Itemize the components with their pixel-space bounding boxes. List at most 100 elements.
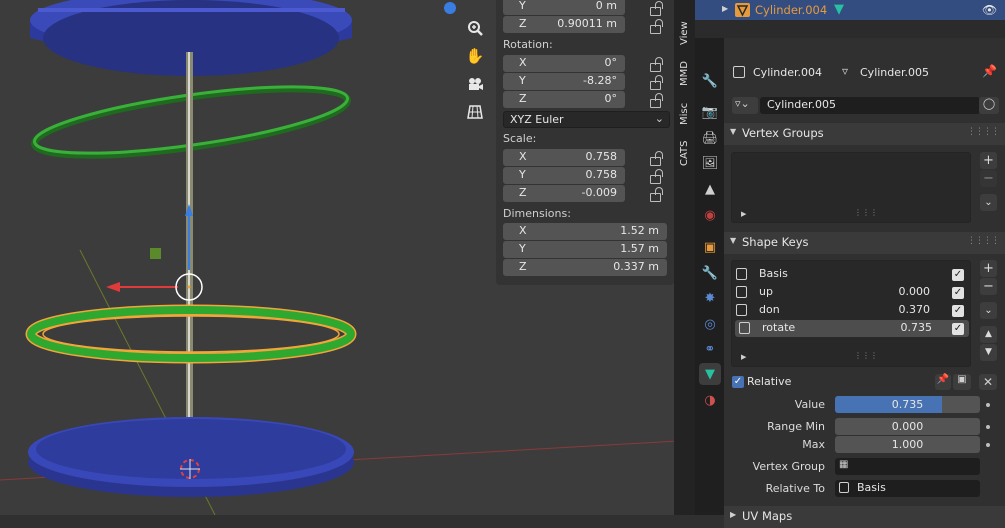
relative-to-field[interactable]: Basis <box>835 480 980 497</box>
shape-keys-header[interactable]: ▼ Shape Keys ⋮⋮⋮⋮ <box>724 232 1005 254</box>
shape-key-specials-button[interactable]: ⌄ <box>980 302 997 319</box>
mesh-object-icon <box>735 3 750 17</box>
lock-icon[interactable] <box>647 57 663 72</box>
list-item[interactable]: Basis ✓ <box>732 266 964 283</box>
output-icon[interactable]: 🖨 <box>699 127 721 149</box>
fake-user-shield-icon[interactable]: ◯ <box>979 97 999 114</box>
mesh-data-tab-icon[interactable]: ▼ <box>699 363 721 385</box>
lock-icon[interactable] <box>647 187 663 202</box>
list-expand-icon[interactable]: ▶ <box>741 210 746 218</box>
drag-grip-icon[interactable]: ⋮⋮⋮⋮ <box>967 236 1000 246</box>
chevron-down-icon: ⌄ <box>654 112 664 125</box>
vertex-group-label: Vertex Group <box>752 460 825 473</box>
list-item-active[interactable]: rotate 0.735 ✓ <box>735 320 969 337</box>
dimensions-z-field[interactable]: Z 0.337 m <box>503 259 667 276</box>
list-expand-icon[interactable]: ▶ <box>741 353 746 361</box>
modifier-icon[interactable]: 🔧 <box>699 262 721 284</box>
mesh-name-field[interactable]: Cylinder.005 <box>760 97 980 114</box>
tool-icon[interactable]: 🔧 <box>699 70 721 92</box>
navigation-gizmo-dot <box>444 2 456 14</box>
clear-weights-icon[interactable]: ✕ <box>979 374 997 390</box>
outliner-object-name[interactable]: Cylinder.004 <box>755 3 827 17</box>
particles-icon[interactable]: ✸ <box>699 287 721 309</box>
mesh-browse-button[interactable]: ▿⌄ <box>732 97 758 114</box>
dimensions-label: Dimensions: <box>503 207 571 220</box>
camera-icon[interactable] <box>463 72 487 96</box>
pin-icon[interactable]: 📌 <box>982 64 997 78</box>
relative-checkbox[interactable]: ✓ <box>732 376 744 388</box>
tab-misc[interactable]: Misc <box>674 98 695 130</box>
scale-z-field[interactable]: Z -0.009 <box>503 185 625 202</box>
material-icon[interactable]: ◑ <box>699 389 721 411</box>
shape-key-checkbox[interactable]: ✓ <box>952 287 964 299</box>
uv-maps-header[interactable]: ▶ UV Maps <box>724 506 1005 528</box>
lock-icon[interactable] <box>647 93 663 108</box>
add-shape-key-button[interactable]: + <box>980 260 997 277</box>
location-y-field[interactable]: Y0 m <box>503 0 625 15</box>
rotation-y-field[interactable]: Y -8.28° <box>503 73 625 90</box>
view-layer-icon[interactable]: 🖼 <box>699 152 721 174</box>
shape-key-icon <box>736 304 747 316</box>
rotation-x-field[interactable]: X 0° <box>503 55 625 72</box>
remove-shape-key-button[interactable]: − <box>980 278 997 295</box>
tab-mmd[interactable]: MMD <box>674 56 695 92</box>
tab-cats[interactable]: CATS <box>674 136 695 170</box>
lock-icon[interactable] <box>647 169 663 184</box>
scene-icon[interactable]: ▲ <box>699 178 721 200</box>
shape-key-checkbox[interactable]: ✓ <box>952 305 964 317</box>
constraints-icon[interactable]: ⚭ <box>699 338 721 360</box>
rotation-z-field[interactable]: Z 0° <box>503 91 625 108</box>
drag-grip-icon[interactable]: ⋮⋮⋮⋮ <box>967 127 1000 137</box>
dimensions-x-field[interactable]: X 1.52 m <box>503 223 667 240</box>
vertex-group-field[interactable]: ▦ <box>835 458 980 475</box>
shape-key-checkbox[interactable]: ✓ <box>952 269 964 281</box>
list-resize-grip-icon[interactable]: ⋮⋮⋮ <box>854 351 878 360</box>
list-resize-grip-icon[interactable]: ⋮⋮⋮ <box>854 208 878 217</box>
expand-arrow-icon[interactable]: ▶ <box>722 4 728 13</box>
vertex-groups-list[interactable]: ▶ ⋮⋮⋮ <box>731 152 971 223</box>
pin-shape-key-icon[interactable]: 📌 <box>935 374 951 390</box>
grid-icon[interactable] <box>463 100 487 124</box>
render-icon[interactable]: 📷 <box>699 101 721 123</box>
lock-icon[interactable] <box>647 19 663 34</box>
world-icon[interactable]: ◉ <box>699 204 721 226</box>
rotation-label: Rotation: <box>503 38 553 51</box>
keyframe-dot-icon[interactable] <box>986 443 990 447</box>
remove-vertex-group-button[interactable]: − <box>980 170 997 187</box>
keyframe-dot-icon[interactable] <box>986 425 990 429</box>
vertex-group-specials-button[interactable]: ⌄ <box>980 194 997 211</box>
rotation-mode-dropdown[interactable]: XYZ Euler ⌄ <box>503 111 670 128</box>
location-z-field[interactable]: Z 0.90011 m <box>503 16 625 33</box>
3d-viewport[interactable]: ✋ Y0 m Z 0.90011 m Rotation: X 0° Y -8.28° … <box>0 0 695 515</box>
keyframe-dot-icon[interactable] <box>986 403 990 407</box>
move-down-button[interactable]: ▼ <box>980 344 997 361</box>
hand-icon[interactable]: ✋ <box>463 44 487 68</box>
zoom-icon[interactable] <box>463 16 487 40</box>
shape-keys-list[interactable]: Basis ✓ up 0.000 ✓ don 0.370 ✓ rotate 0.… <box>731 260 971 367</box>
lock-icon[interactable] <box>647 151 663 166</box>
physics-icon[interactable]: ◎ <box>699 313 721 335</box>
collapse-triangle-icon: ▼ <box>730 127 737 136</box>
dimensions-y-field[interactable]: Y 1.57 m <box>503 241 667 258</box>
value-slider[interactable]: 0.735 <box>835 396 980 413</box>
range-min-field[interactable]: 0.000 <box>835 418 980 435</box>
list-item[interactable]: up 0.000 ✓ <box>732 284 964 301</box>
scale-y-field[interactable]: Y 0.758 <box>503 167 625 184</box>
add-vertex-group-button[interactable]: + <box>980 152 997 169</box>
edit-mode-toggle-icon[interactable]: ▣ <box>953 374 971 390</box>
mesh-data-properties: Cylinder.004 ▿ Cylinder.005 📌 ▿⌄ Cylinde… <box>724 38 1005 528</box>
shape-key-checkbox[interactable]: ✓ <box>952 323 964 335</box>
outliner-row[interactable]: ▶ Cylinder.004 ▼ 👁 <box>695 0 1005 21</box>
object-icon[interactable]: ▣ <box>699 236 721 258</box>
lock-icon[interactable] <box>647 75 663 90</box>
eye-icon[interactable]: 👁 <box>982 3 997 17</box>
shape-key-icon <box>736 268 747 280</box>
max-field[interactable]: 1.000 <box>835 436 980 453</box>
max-label: Max <box>802 438 825 451</box>
vertex-groups-header[interactable]: ▼ Vertex Groups ⋮⋮⋮⋮ <box>724 123 1005 145</box>
move-up-button[interactable]: ▲ <box>980 326 997 343</box>
scale-x-field[interactable]: X 0.758 <box>503 149 625 166</box>
list-item[interactable]: don 0.370 ✓ <box>732 302 964 319</box>
tab-view[interactable]: View <box>674 14 695 52</box>
lock-icon[interactable] <box>647 1 663 16</box>
